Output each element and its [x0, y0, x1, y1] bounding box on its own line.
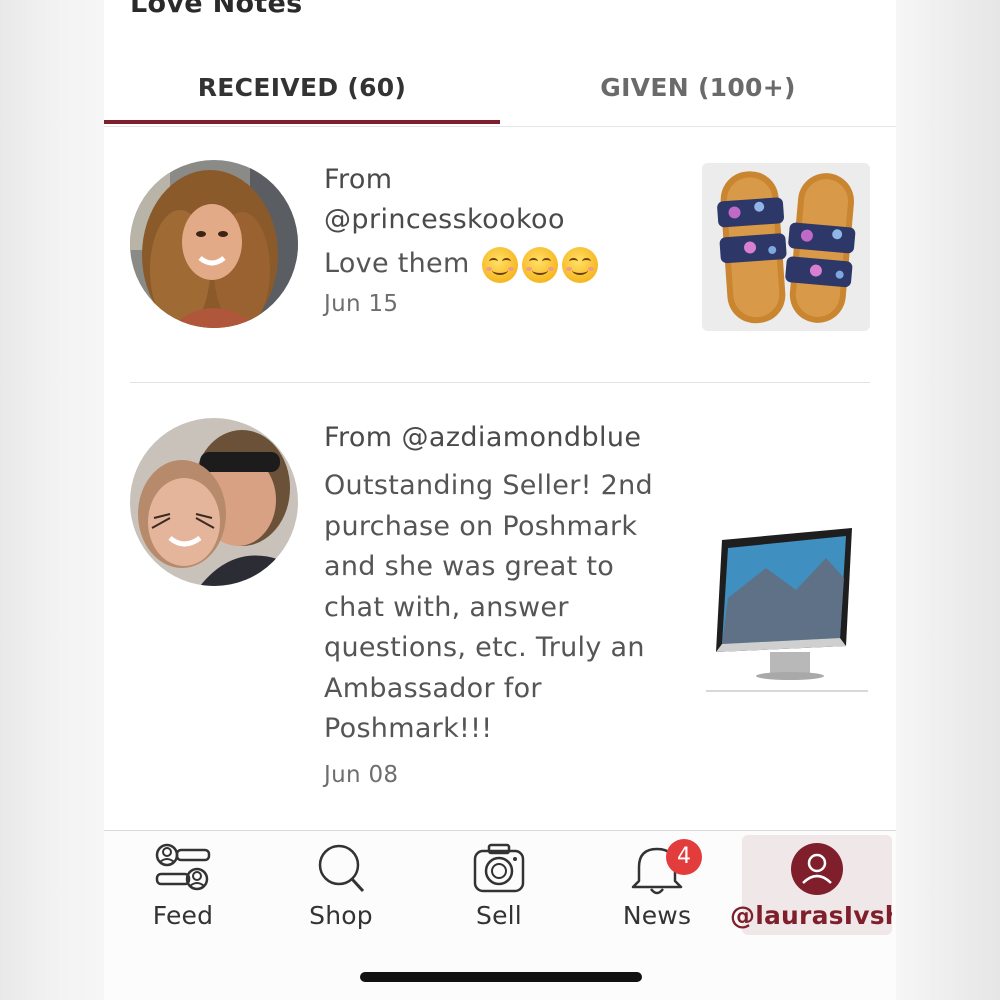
note-message-line: purchase on Poshmark [324, 510, 638, 542]
nav-feed[interactable]: Feed [104, 831, 262, 936]
avatar[interactable] [130, 160, 298, 328]
note-sender-prefix: From [324, 164, 393, 195]
nav-sell[interactable]: Sell [420, 831, 578, 936]
nav-label: Sell [476, 901, 522, 930]
note-message-line: Ambassador for [324, 672, 542, 704]
note-message: Outstanding Seller! 2nd purchase on Posh… [324, 466, 684, 750]
note-message-line: Outstanding Seller! 2nd [324, 470, 653, 501]
tab-received[interactable]: RECEIVED (60) [104, 52, 500, 122]
tab-given[interactable]: GIVEN (100+) [500, 52, 896, 122]
sandals-product-image[interactable] [702, 163, 870, 331]
feed-icon [155, 843, 211, 891]
smiling-face-icon [482, 246, 519, 283]
search-icon [318, 844, 365, 893]
smiling-face-icon [562, 246, 599, 283]
note-sender[interactable]: From @azdiamondblue [324, 418, 684, 458]
note-message-line: questions, etc. Truly an [324, 632, 645, 663]
note-message-text: Love them [324, 248, 470, 279]
tab-bar: RECEIVED (60) GIVEN (100+) [104, 52, 896, 127]
note-message-line: and she was great to [324, 551, 615, 582]
note-message: Love them [324, 244, 684, 285]
notification-badge: 4 [666, 839, 702, 875]
divider [130, 382, 870, 383]
nav-label: Shop [309, 901, 373, 930]
nav-profile[interactable]: @laurasIvshop [730, 835, 892, 935]
note-date: Jun 15 [324, 290, 399, 317]
note-message-line: chat with, answer [324, 591, 569, 623]
note-sender[interactable]: From @princesskookoo [324, 160, 684, 240]
nav-shop[interactable]: Shop [262, 831, 420, 936]
smiling-face-icon [522, 246, 559, 283]
note-date: Jun 08 [324, 761, 399, 788]
nav-news[interactable]: 4 News [578, 831, 736, 936]
profile-icon [791, 843, 843, 895]
note-sender-username[interactable]: @princesskookoo [324, 200, 684, 240]
note-message-line: Poshmark!!! [324, 713, 493, 744]
nav-label: News [622, 901, 692, 930]
page-title: Love Notes [130, 0, 303, 19]
imac-product-image[interactable] [706, 528, 868, 692]
avatar[interactable] [130, 418, 298, 586]
nav-label: Feed [152, 901, 214, 930]
app-screen: Love Notes RECEIVED (60) GIVEN (100+) Fr… [104, 0, 896, 1000]
camera-icon [473, 843, 525, 893]
nav-label: @laurasIvshop [730, 901, 892, 930]
home-indicator [360, 972, 642, 982]
active-tab-indicator [104, 120, 500, 124]
